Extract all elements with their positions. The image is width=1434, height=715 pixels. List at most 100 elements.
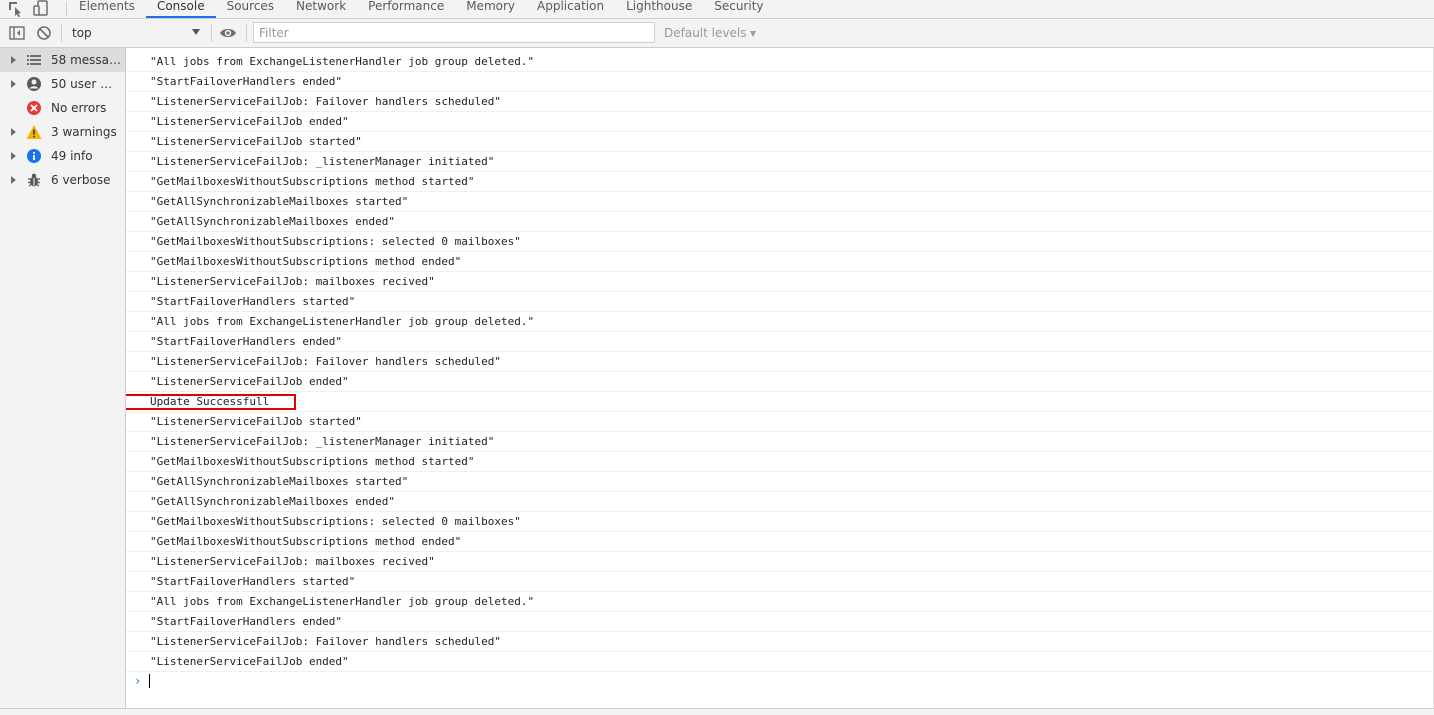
console-message-text: "StartFailoverHandlers started" [150, 295, 356, 308]
tab-memory[interactable]: Memory [455, 0, 526, 18]
console-message-text: "ListenerServiceFailJob ended" [150, 375, 349, 388]
console-message[interactable]: "StartFailoverHandlers ended" [126, 72, 1432, 92]
console-message[interactable]: "All jobs from ExchangeListenerHandler j… [126, 52, 1432, 72]
sidebar-item-label: No errors [51, 101, 107, 115]
console-message[interactable]: "GetMailboxesWithoutSubscriptions method… [126, 252, 1432, 272]
sidebar-item-errors[interactable]: No errors [0, 96, 125, 120]
console-message[interactable]: "StartFailoverHandlers started" [126, 572, 1432, 592]
tab-lighthouse[interactable]: Lighthouse [615, 0, 703, 18]
console-message-text: "GetAllSynchronizableMailboxes started" [150, 475, 409, 488]
console-message[interactable]: "ListenerServiceFailJob: _listenerManage… [126, 432, 1432, 452]
console-message[interactable]: "GetMailboxesWithoutSubscriptions method… [126, 452, 1432, 472]
console-message-text: "All jobs from ExchangeListenerHandler j… [150, 315, 535, 328]
warning-icon [26, 124, 42, 140]
console-message[interactable]: "GetAllSynchronizableMailboxes started" [126, 472, 1432, 492]
console-message[interactable]: "ListenerServiceFailJob: Failover handle… [126, 92, 1432, 112]
user-icon [26, 76, 42, 92]
console-message[interactable]: "ListenerServiceFailJob: mailboxes reciv… [126, 552, 1432, 572]
tab-elements[interactable]: Elements [68, 0, 146, 18]
device-toolbar-icon[interactable] [32, 0, 52, 18]
devtools-tab-bar: Elements Console Sources Network Performance… [0, 0, 1434, 19]
console-message-text: "ListenerServiceFailJob: Failover handle… [150, 635, 501, 648]
console-message[interactable]: "ListenerServiceFailJob: Failover handle… [126, 632, 1432, 652]
clear-console-icon[interactable] [35, 24, 53, 42]
eye-icon[interactable] [219, 24, 237, 42]
panel-tabs: Elements Console Sources Network Performance… [68, 0, 775, 18]
sidebar-item-info[interactable]: 49 info [0, 144, 125, 168]
console-message[interactable]: "ListenerServiceFailJob: mailboxes reciv… [126, 272, 1432, 292]
console-message[interactable]: "StartFailoverHandlers ended" [126, 332, 1432, 352]
console-message-text: "ListenerServiceFailJob: mailboxes reciv… [150, 555, 435, 568]
expand-arrow-icon[interactable] [11, 152, 16, 160]
console-output: "All jobs from ExchangeListenerHandler j… [126, 48, 1434, 708]
expand-arrow-icon[interactable] [11, 128, 16, 136]
tab-application[interactable]: Application [526, 0, 615, 18]
console-message-text: "GetMailboxesWithoutSubscriptions method… [150, 535, 462, 548]
console-message[interactable]: "GetAllSynchronizableMailboxes ended" [126, 492, 1432, 512]
console-prompt[interactable]: › [126, 668, 1432, 694]
console-message[interactable]: Update Successfull [126, 392, 1432, 412]
context-selector[interactable]: top [66, 23, 204, 43]
sidebar-item-messages[interactable]: 58 messages [0, 48, 125, 72]
chevron-down-icon [750, 30, 757, 37]
console-message-text: "GetAllSynchronizableMailboxes ended" [150, 215, 396, 228]
toolbar-separator [211, 24, 212, 42]
console-message[interactable]: "GetMailboxesWithoutSubscriptions: selec… [126, 232, 1432, 252]
console-message[interactable]: "ListenerServiceFailJob: _listenerManage… [126, 152, 1432, 172]
console-message-text: "GetMailboxesWithoutSubscriptions: selec… [150, 515, 521, 528]
console-message[interactable]: "StartFailoverHandlers ended" [126, 612, 1432, 632]
console-message-text: "ListenerServiceFailJob ended" [150, 655, 349, 668]
console-message[interactable]: "ListenerServiceFailJob: Failover handle… [126, 352, 1432, 372]
console-message-text: "ListenerServiceFailJob: _listenerManage… [150, 155, 495, 168]
console-message[interactable]: "ListenerServiceFailJob ended" [126, 372, 1432, 392]
console-message[interactable]: "GetAllSynchronizableMailboxes started" [126, 192, 1432, 212]
console-message-text: "ListenerServiceFailJob: _listenerManage… [150, 435, 495, 448]
console-message[interactable]: "GetMailboxesWithoutSubscriptions method… [126, 172, 1432, 192]
log-levels-label: Default levels [664, 26, 747, 40]
console-message-text: "GetMailboxesWithoutSubscriptions method… [150, 255, 462, 268]
console-message[interactable]: "GetMailboxesWithoutSubscriptions: selec… [126, 512, 1432, 532]
console-message[interactable]: "ListenerServiceFailJob ended" [126, 112, 1432, 132]
sidebar-item-label: 3 warnings [51, 125, 117, 139]
console-message[interactable]: "All jobs from ExchangeListenerHandler j… [126, 312, 1432, 332]
list-icon [26, 52, 42, 68]
error-icon [26, 100, 42, 116]
console-message-text: "ListenerServiceFailJob: Failover handle… [150, 95, 501, 108]
console-message-text: "GetMailboxesWithoutSubscriptions method… [150, 175, 475, 188]
console-message-text: "All jobs from ExchangeListenerHandler j… [150, 55, 535, 68]
console-message[interactable]: "GetAllSynchronizableMailboxes ended" [126, 212, 1432, 232]
expand-arrow-icon[interactable] [11, 176, 16, 184]
toolbar-separator [61, 24, 62, 42]
chevron-down-icon [192, 29, 200, 35]
sidebar-item-warnings[interactable]: 3 warnings [0, 120, 125, 144]
sidebar-item-verbose[interactable]: 6 verbose [0, 168, 125, 192]
console-message-text: "StartFailoverHandlers ended" [150, 335, 343, 348]
console-message-text: "StartFailoverHandlers ended" [150, 615, 343, 628]
console-message[interactable]: "GetMailboxesWithoutSubscriptions method… [126, 532, 1432, 552]
console-toolbar: top Default levels [0, 19, 1434, 48]
console-message[interactable]: "All jobs from ExchangeListenerHandler j… [126, 592, 1432, 612]
console-message[interactable]: "StartFailoverHandlers started" [126, 292, 1432, 312]
console-message[interactable]: "ListenerServiceFailJob started" [126, 132, 1432, 152]
console-message-text: "ListenerServiceFailJob started" [150, 135, 362, 148]
console-message-text: "GetMailboxesWithoutSubscriptions method… [150, 455, 475, 468]
tab-performance[interactable]: Performance [357, 0, 455, 18]
console-message[interactable]: "ListenerServiceFailJob started" [126, 412, 1432, 432]
tab-network[interactable]: Network [285, 0, 357, 18]
tab-sources[interactable]: Sources [216, 0, 285, 18]
expand-arrow-icon[interactable] [11, 56, 16, 64]
console-message-text: "ListenerServiceFailJob started" [150, 415, 362, 428]
sidebar-item-user-messages[interactable]: 50 user mes... [0, 72, 125, 96]
tab-security[interactable]: Security [703, 0, 774, 18]
console-sidebar: 58 messages 50 user mes... No errors 3 w… [0, 48, 126, 714]
filter-input[interactable] [253, 22, 655, 43]
console-message-text: "StartFailoverHandlers ended" [150, 75, 343, 88]
show-sidebar-icon[interactable] [8, 24, 26, 42]
log-levels-dropdown[interactable]: Default levels [664, 23, 757, 43]
tab-console[interactable]: Console [145, 0, 216, 18]
context-selector-value: top [72, 26, 92, 40]
sidebar-item-label: 58 messages [51, 53, 123, 67]
expand-arrow-icon[interactable] [11, 80, 16, 88]
tab-bar-separator [66, 2, 67, 16]
inspect-element-icon[interactable] [6, 0, 26, 18]
